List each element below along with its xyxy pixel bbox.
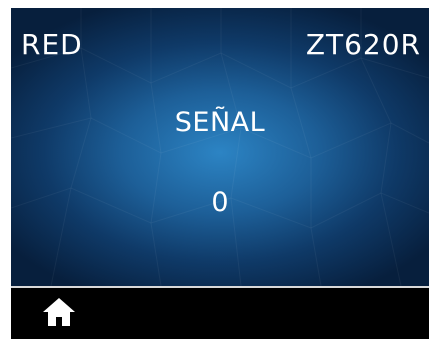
display-screen: RED ZT620R SEÑAL 0	[11, 8, 429, 286]
printer-display: RED ZT620R SEÑAL 0	[11, 8, 429, 339]
menu-title: RED	[21, 28, 83, 61]
footer-divider	[11, 286, 429, 288]
home-icon	[43, 298, 75, 326]
setting-label: SEÑAL	[174, 107, 266, 138]
printer-model: ZT620R	[305, 28, 421, 61]
home-button[interactable]	[41, 296, 77, 328]
setting-value: 0	[211, 187, 229, 218]
